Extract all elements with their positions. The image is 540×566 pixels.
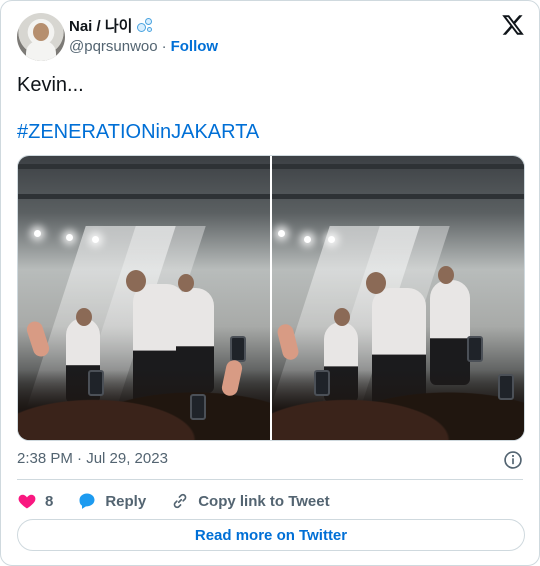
- bubbles-icon: [136, 17, 153, 34]
- like-count: 8: [45, 492, 54, 510]
- link-icon: [173, 493, 187, 509]
- tweet-text: Kevin... #ZENERATIONinJAKARTA: [17, 73, 525, 143]
- concert-photo-2[interactable]: [272, 156, 524, 440]
- avatar[interactable]: [17, 13, 65, 61]
- hashtag-link[interactable]: #ZENERATIONinJAKARTA: [17, 120, 259, 144]
- tweet-actions: 8 Reply Copy link to Tweet: [17, 489, 354, 513]
- divider: [17, 479, 523, 480]
- info-icon[interactable]: [503, 450, 523, 470]
- like-button[interactable]: 8: [17, 491, 53, 511]
- author-name-row: Nai / 나이: [69, 15, 153, 36]
- tweet-card: Nai / 나이 @pqrsunwoo · Follow Kevin... #Z…: [0, 0, 540, 566]
- speech-bubble-icon: [79, 493, 95, 509]
- reply-label: Reply: [105, 492, 147, 510]
- concert-photo-1[interactable]: [18, 156, 270, 440]
- separator-dot: ·: [161, 38, 167, 55]
- author-handle[interactable]: @pqrsunwoo: [69, 38, 158, 55]
- heart-icon: [18, 494, 36, 509]
- x-logo-icon[interactable]: [501, 13, 525, 37]
- author-display-name[interactable]: Nai / 나이: [69, 15, 132, 36]
- copy-link-label: Copy link to Tweet: [198, 492, 330, 510]
- reply-button[interactable]: Reply: [77, 491, 146, 511]
- tweet-body: Kevin...: [17, 74, 84, 96]
- read-more-button[interactable]: Read more on Twitter: [17, 519, 525, 551]
- follow-button[interactable]: Follow: [171, 38, 219, 55]
- tweet-timestamp[interactable]: 2:38 PM · Jul 29, 2023: [17, 450, 168, 467]
- copy-link-button[interactable]: Copy link to Tweet: [170, 491, 330, 511]
- tweet-header: Nai / 나이 @pqrsunwoo · Follow: [17, 13, 525, 61]
- author-meta-row: @pqrsunwoo · Follow: [69, 38, 218, 55]
- tweet-media[interactable]: [17, 155, 525, 441]
